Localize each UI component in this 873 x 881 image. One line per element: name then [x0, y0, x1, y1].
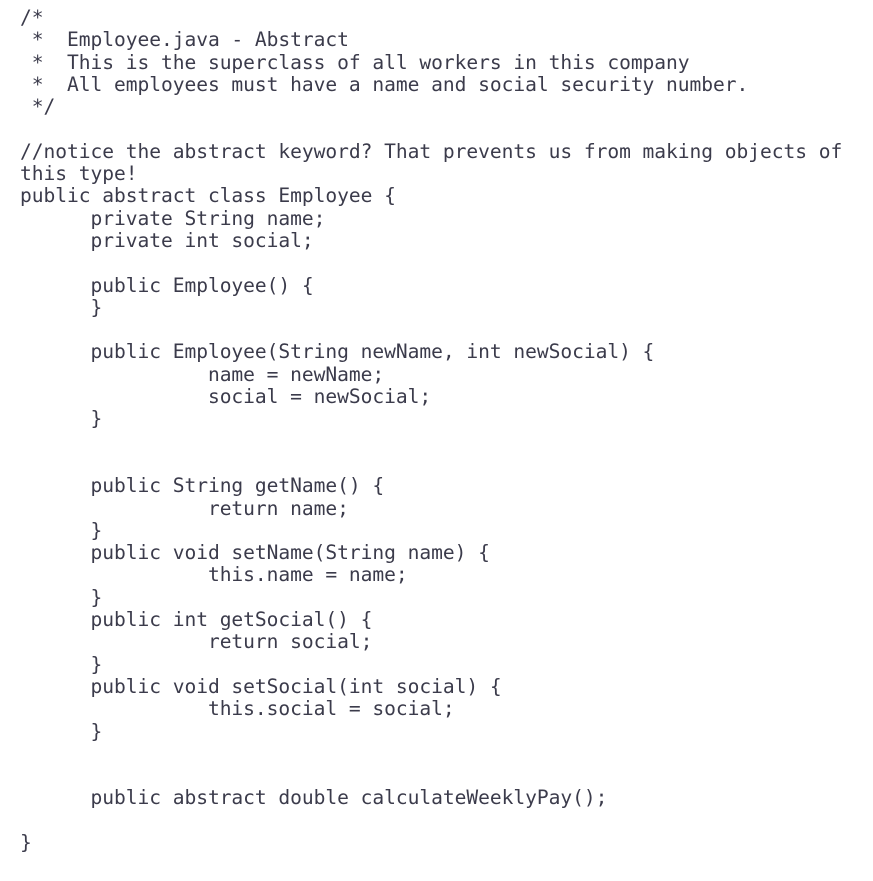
code-line: public Employee() { — [20, 273, 314, 297]
code-line: public abstract double calculateWeeklyPa… — [20, 786, 608, 810]
code-line: public int getSocial() { — [20, 608, 373, 632]
code-line: return name; — [20, 496, 349, 520]
code-line: this.name = name; — [20, 563, 408, 587]
code-line: * Employee.java - Abstract — [20, 28, 349, 52]
code-listing-page: /* * Employee.java - Abstract * This is … — [0, 0, 873, 881]
code-line: } — [20, 407, 103, 431]
code-line: public abstract class Employee { — [20, 184, 396, 208]
code-line: } — [20, 585, 103, 609]
code-line: /* — [20, 6, 44, 29]
code-line: private String name; — [20, 206, 326, 230]
code-line: social = newSocial; — [20, 385, 432, 409]
code-line: private int social; — [20, 228, 314, 252]
code-line: //notice the abstract keyword? That prev… — [20, 139, 843, 163]
code-line: public void setSocial(int social) { — [20, 674, 502, 698]
code-line: return social; — [20, 630, 373, 654]
code-line: } — [20, 295, 103, 319]
code-line: this type! — [20, 162, 138, 186]
code-line: } — [20, 518, 103, 542]
code-line: * This is the superclass of all workers … — [20, 50, 690, 74]
source-code-block[interactable]: /* * Employee.java - Abstract * This is … — [20, 6, 873, 854]
code-line: name = newName; — [20, 362, 385, 386]
code-line: */ — [20, 95, 56, 119]
code-line: } — [20, 652, 103, 676]
code-line: this.social = social; — [20, 697, 455, 721]
source-code-text: /* * Employee.java - Abstract * This is … — [20, 6, 873, 854]
code-line: public void setName(String name) { — [20, 541, 490, 565]
code-line: } — [20, 830, 32, 854]
code-line: public String getName() { — [20, 474, 385, 498]
code-line: public Employee(String newName, int newS… — [20, 340, 655, 364]
code-line: * All employees must have a name and soc… — [20, 72, 749, 96]
code-line: } — [20, 719, 103, 743]
